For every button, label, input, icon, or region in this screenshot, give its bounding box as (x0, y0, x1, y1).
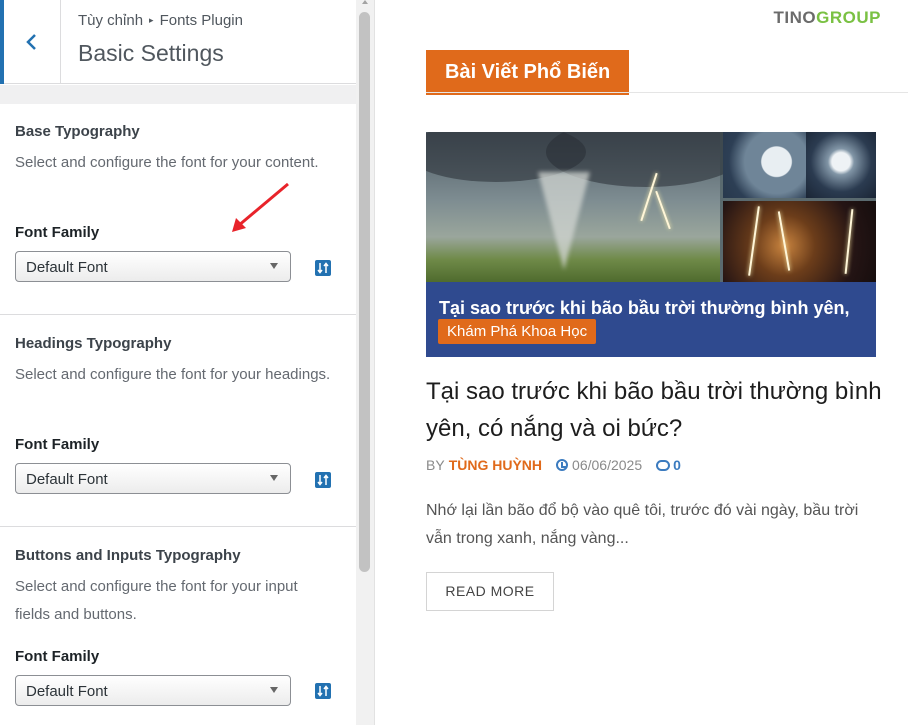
section-divider (0, 526, 356, 527)
chevron-down-icon (270, 263, 278, 269)
panel-header: Tùy chỉnh ▸ Fonts Plugin Basic Settings (0, 0, 356, 84)
select-value: Default Font (26, 683, 108, 700)
section-heading: Headings Typography (15, 335, 172, 352)
font-variants-toggle-button[interactable] (315, 472, 331, 488)
font-variants-toggle-button[interactable] (315, 260, 331, 276)
sort-arrows-icon (317, 262, 329, 274)
read-more-button[interactable]: READ MORE (426, 572, 554, 611)
chevron-down-icon (270, 687, 278, 693)
chevron-left-icon (26, 34, 36, 50)
breadcrumb-current: Fonts Plugin (159, 12, 243, 29)
section-heading: Base Typography (15, 123, 140, 140)
font-family-label: Font Family (15, 224, 100, 241)
site-preview: TINOGROUP Bài Viết Phổ Biến Tại sao trướ… (376, 0, 908, 725)
sort-arrows-icon (317, 474, 329, 486)
section-tab-underline (426, 92, 908, 93)
featured-image[interactable]: Tại sao trước khi bão bầu trời thường bì… (426, 132, 876, 357)
section-headings-typography: Headings Typography Select and configure… (0, 316, 356, 526)
post-date: 06/06/2025 (572, 457, 643, 473)
section-heading: Buttons and Inputs Typography (15, 547, 241, 564)
lightning-photo (723, 201, 876, 282)
scroll-up-arrow-icon[interactable] (362, 0, 368, 4)
post-author-link[interactable]: TÙNG HUỲNH (449, 457, 542, 473)
font-family-select[interactable]: Default Font (15, 463, 291, 494)
font-family-label: Font Family (15, 436, 100, 453)
site-logo[interactable]: TINOGROUP (774, 8, 881, 28)
section-buttons-inputs-typography: Buttons and Inputs Typography Select and… (0, 528, 356, 725)
section-base-typography: Base Typography Select and configure the… (0, 104, 356, 314)
post-title[interactable]: Tại sao trước khi bão bầu trời thường bì… (426, 373, 886, 447)
breadcrumb-separator-icon: ▸ (149, 15, 154, 25)
customizer-panel: Tùy chỉnh ▸ Fonts Plugin Basic Settings Ba… (0, 0, 356, 725)
comment-icon (656, 459, 671, 471)
section-description: Select and configure the font for your i… (15, 578, 298, 623)
featured-caption-band: Tại sao trước khi bão bầu trời thường bì… (426, 282, 876, 357)
section-tab-title: Bài Viết Phổ Biến (426, 50, 630, 95)
breadcrumb-root: Tùy chỉnh (78, 12, 144, 29)
breadcrumb: Tùy chỉnh ▸ Fonts Plugin (78, 12, 243, 29)
select-value: Default Font (26, 471, 108, 488)
post-meta: BY TÙNG HUỲNH 06/06/2025 0 (426, 457, 681, 473)
sort-arrows-icon (317, 685, 329, 697)
app-root: Tùy chỉnh ▸ Fonts Plugin Basic Settings Ba… (0, 0, 908, 725)
select-value: Default Font (26, 259, 108, 276)
header-spacer (0, 85, 356, 104)
annotation-arrow-icon (232, 182, 289, 232)
post-excerpt: Nhớ lại lần bão đổ bộ vào quê tôi, trước… (426, 502, 859, 547)
back-button[interactable] (0, 0, 61, 84)
clock-icon (556, 459, 569, 471)
logo-text-tino: TINO (773, 8, 817, 27)
logo-text-group: GROUP (816, 8, 881, 27)
storm-photo (426, 132, 746, 282)
hurricane-photo (806, 132, 876, 198)
featured-overlay-title: Tại sao trước khi bão bầu trời thường bì… (439, 298, 850, 318)
section-description: Select and configure the font for your c… (15, 154, 319, 171)
font-family-label: Font Family (15, 648, 100, 665)
panel-title: Basic Settings (78, 40, 224, 66)
category-badge[interactable]: Khám Phá Khoa Học (438, 319, 597, 344)
scrollbar-thumb[interactable] (359, 12, 370, 572)
meta-by: BY (426, 457, 445, 473)
section-description: Select and configure the font for your h… (15, 366, 331, 383)
font-family-select[interactable]: Default Font (15, 251, 291, 282)
comment-count[interactable]: 0 (673, 457, 681, 473)
chevron-down-icon (270, 475, 278, 481)
section-divider (0, 314, 356, 315)
font-family-select[interactable]: Default Font (15, 675, 291, 706)
font-variants-toggle-button[interactable] (315, 683, 331, 699)
